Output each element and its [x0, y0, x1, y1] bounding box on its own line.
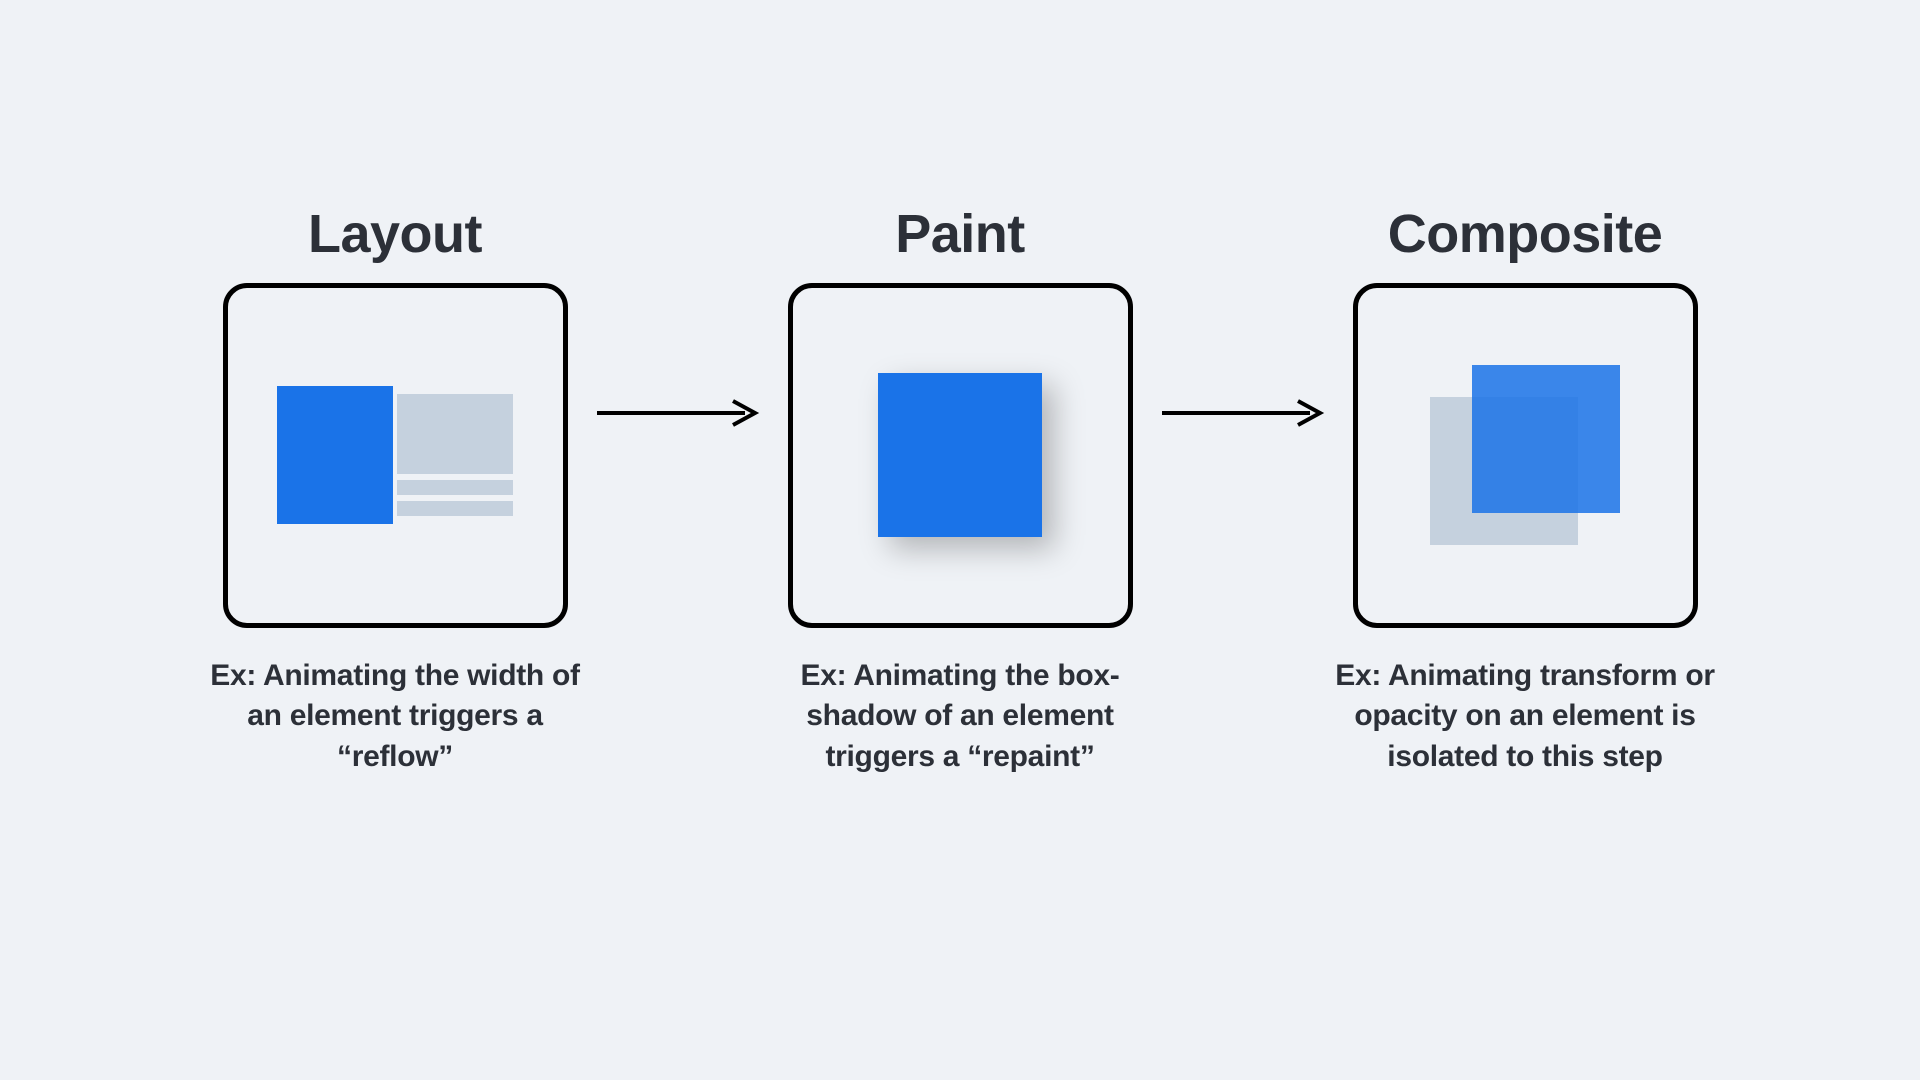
arrow-icon: [595, 398, 760, 428]
composite-layer-front: [1472, 365, 1620, 513]
step-title-composite: Composite: [1388, 203, 1663, 265]
step-box-composite: [1353, 283, 1698, 628]
paint-illustration: [878, 373, 1042, 537]
composite-illustration: [1430, 365, 1620, 545]
step-title-paint: Paint: [895, 203, 1025, 265]
layout-block-right-column: [397, 394, 513, 516]
step-caption-composite: Ex: Animating transform or opacity on an…: [1330, 656, 1720, 778]
step-box-layout: [223, 283, 568, 628]
layout-block-right-bar: [397, 480, 513, 495]
layout-block-left: [277, 386, 393, 524]
layout-block-right-top: [397, 394, 513, 474]
step-title-layout: Layout: [308, 203, 482, 265]
layout-block-right-bar: [397, 501, 513, 516]
step-composite: Composite Ex: Animating transform or opa…: [1325, 203, 1725, 778]
step-caption-layout: Ex: Animating the width of an element tr…: [200, 656, 590, 778]
step-box-paint: [788, 283, 1133, 628]
step-layout: Layout Ex: Animating the width of an ele…: [195, 203, 595, 778]
rendering-pipeline-diagram: Layout Ex: Animating the width of an ele…: [195, 203, 1725, 878]
arrow-icon: [1160, 398, 1325, 428]
step-paint: Paint Ex: Animating the box-shadow of an…: [760, 203, 1160, 778]
layout-illustration: [277, 386, 513, 524]
step-caption-paint: Ex: Animating the box-shadow of an eleme…: [765, 656, 1155, 778]
